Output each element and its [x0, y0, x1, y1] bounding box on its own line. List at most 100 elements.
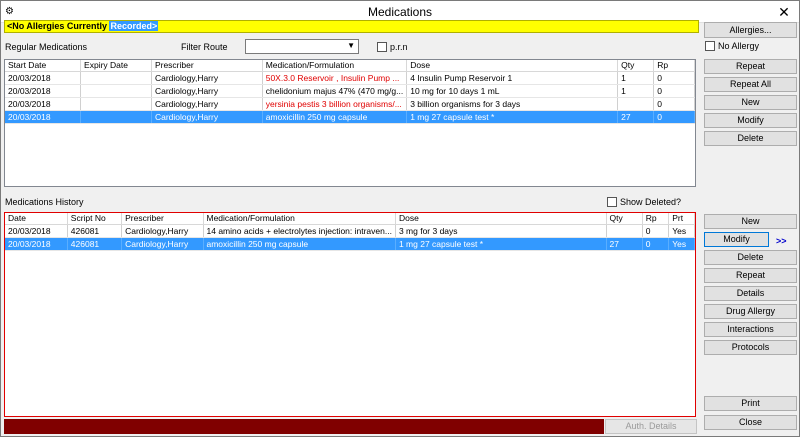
col-qty[interactable]: Qty: [617, 60, 655, 72]
table-cell: 1: [617, 84, 655, 98]
medications-history-label: Medications History: [5, 197, 84, 207]
delete-button[interactable]: Delete: [704, 131, 797, 146]
modify-button[interactable]: Modify: [704, 113, 797, 128]
table-cell: Cardiology,Harry: [121, 237, 204, 251]
regular-medications-table: Start Date Expiry Date Prescriber Medica…: [5, 60, 695, 124]
table-cell: [606, 224, 643, 238]
interactions-button[interactable]: Interactions: [704, 322, 797, 337]
table-cell: [80, 71, 152, 85]
table-row[interactable]: 20/03/2018 Cardiology,Harry yersinia pesti…: [5, 97, 695, 111]
table-cell: 1 mg 27 capsule test *: [395, 237, 607, 251]
table-cell: Cardiology,Harry: [121, 224, 204, 238]
print-button[interactable]: Print: [704, 396, 797, 411]
table-cell: 20/03/2018: [5, 237, 68, 251]
table-cell: Cardiology,Harry: [151, 84, 263, 98]
table-cell: 20/03/2018: [5, 110, 82, 124]
window-title: Medications: [367, 5, 433, 19]
no-allergy-checkbox[interactable]: [705, 41, 715, 51]
prn-label: p.r.n: [390, 42, 408, 52]
table-cell: 27: [617, 110, 655, 124]
col-prescriber[interactable]: Prescriber: [121, 213, 204, 225]
table-row[interactable]: 20/03/2018 426081 Cardiology,Harry amoxicil…: [5, 237, 695, 251]
table-cell: amoxicillin 250 mg capsule: [203, 237, 396, 251]
col-rp[interactable]: Rp: [653, 60, 695, 72]
table-cell: 3 mg for 3 days: [395, 224, 607, 238]
table-cell: 20/03/2018: [5, 224, 68, 238]
regular-medications-label: Regular Medications: [5, 42, 88, 52]
table-cell: 3 billion organisms for 3 days: [406, 97, 619, 111]
status-bar: [4, 419, 604, 434]
close-button[interactable]: Close: [704, 415, 797, 430]
table-row[interactable]: 20/03/2018 Cardiology,Harry 50X.3.0 Reserv…: [5, 71, 695, 85]
table-cell: Yes: [668, 224, 695, 238]
close-icon[interactable]: ✕: [777, 3, 791, 21]
table-cell: 50X.3.0 Reservoir , Insulin Pump ...: [262, 71, 408, 85]
table-cell: 1: [617, 71, 655, 85]
medications-history-grid[interactable]: Date Script No Prescriber Medication/For…: [4, 212, 696, 417]
col-medication[interactable]: Medication/Formulation: [262, 60, 408, 72]
table-cell: [617, 97, 655, 111]
table-row[interactable]: 20/03/2018 426081 Cardiology,Harry 14 amino…: [5, 224, 695, 238]
table-cell: Cardiology,Harry: [151, 71, 263, 85]
table-cell: [80, 110, 152, 124]
table-cell: 0: [653, 71, 695, 85]
repeat-button[interactable]: Repeat: [704, 59, 797, 74]
table-row[interactable]: 20/03/2018 Cardiology,Harry chelidonium ma…: [5, 84, 695, 98]
allergy-status-highlight: Recorded>: [109, 21, 159, 31]
table-cell: 426081: [67, 224, 123, 238]
table-cell: Cardiology,Harry: [151, 97, 263, 111]
table-cell: 4 Insulin Pump Reservoir 1: [406, 71, 619, 85]
table-cell: 0: [642, 237, 670, 251]
col-prt[interactable]: Prt: [668, 213, 695, 225]
history-new-button[interactable]: New: [704, 214, 797, 229]
prn-checkbox[interactable]: [377, 42, 387, 52]
table-cell: 27: [606, 237, 643, 251]
allergies-button[interactable]: Allergies...: [704, 22, 797, 38]
table-cell: 1 mg 27 capsule test *: [406, 110, 619, 124]
details-button[interactable]: Details: [704, 286, 797, 301]
chevron-down-icon: ▼: [347, 41, 355, 50]
history-modify-button[interactable]: Modify: [704, 232, 769, 247]
expand-more-link[interactable]: >>: [776, 236, 787, 246]
table-cell: 20/03/2018: [5, 71, 82, 85]
drug-allergy-button[interactable]: Drug Allergy: [704, 304, 797, 319]
history-header-row: Date Script No Prescriber Medication/For…: [5, 213, 695, 225]
table-cell: 0: [653, 97, 695, 111]
col-qty[interactable]: Qty: [606, 213, 643, 225]
col-dose[interactable]: Dose: [406, 60, 619, 72]
auth-details-button[interactable]: Auth. Details: [605, 419, 697, 434]
table-cell: 0: [642, 224, 670, 238]
table-cell: Cardiology,Harry: [151, 110, 263, 124]
history-repeat-button[interactable]: Repeat: [704, 268, 797, 283]
filter-route-select[interactable]: ▼: [245, 39, 359, 54]
col-expiry-date[interactable]: Expiry Date: [80, 60, 152, 72]
new-button[interactable]: New: [704, 95, 797, 110]
col-rp[interactable]: Rp: [642, 213, 670, 225]
table-cell: amoxicillin 250 mg capsule: [262, 110, 408, 124]
table-cell: yersinia pestis 3 billion organisms/...: [262, 97, 408, 111]
table-cell: 0: [653, 110, 695, 124]
col-start-date[interactable]: Start Date: [5, 60, 82, 72]
table-cell: chelidonium majus 47% (470 mg/g...: [262, 84, 408, 98]
table-row[interactable]: 20/03/2018 Cardiology,Harry amoxicillin 25…: [5, 110, 695, 124]
allergy-status-bar: <No Allergies Currently Recorded>: [4, 20, 699, 33]
table-cell: [80, 97, 152, 111]
regular-medications-grid[interactable]: Start Date Expiry Date Prescriber Medica…: [4, 59, 696, 187]
protocols-button[interactable]: Protocols: [704, 340, 797, 355]
medications-history-table: Date Script No Prescriber Medication/For…: [5, 213, 695, 251]
col-date[interactable]: Date: [5, 213, 68, 225]
show-deleted-label: Show Deleted?: [620, 197, 682, 207]
col-script-no[interactable]: Script No: [67, 213, 123, 225]
history-delete-button[interactable]: Delete: [704, 250, 797, 265]
no-allergy-label: No Allergy: [718, 41, 760, 51]
filter-route-label: Filter Route: [181, 42, 228, 52]
repeat-all-button[interactable]: Repeat All: [704, 77, 797, 92]
col-medication[interactable]: Medication/Formulation: [203, 213, 396, 225]
col-dose[interactable]: Dose: [395, 213, 607, 225]
col-prescriber[interactable]: Prescriber: [151, 60, 263, 72]
table-cell: [80, 84, 152, 98]
table-cell: 20/03/2018: [5, 84, 82, 98]
table-cell: 14 amino acids + electrolytes injection:…: [203, 224, 396, 238]
table-cell: 0: [653, 84, 695, 98]
show-deleted-checkbox[interactable]: [607, 197, 617, 207]
